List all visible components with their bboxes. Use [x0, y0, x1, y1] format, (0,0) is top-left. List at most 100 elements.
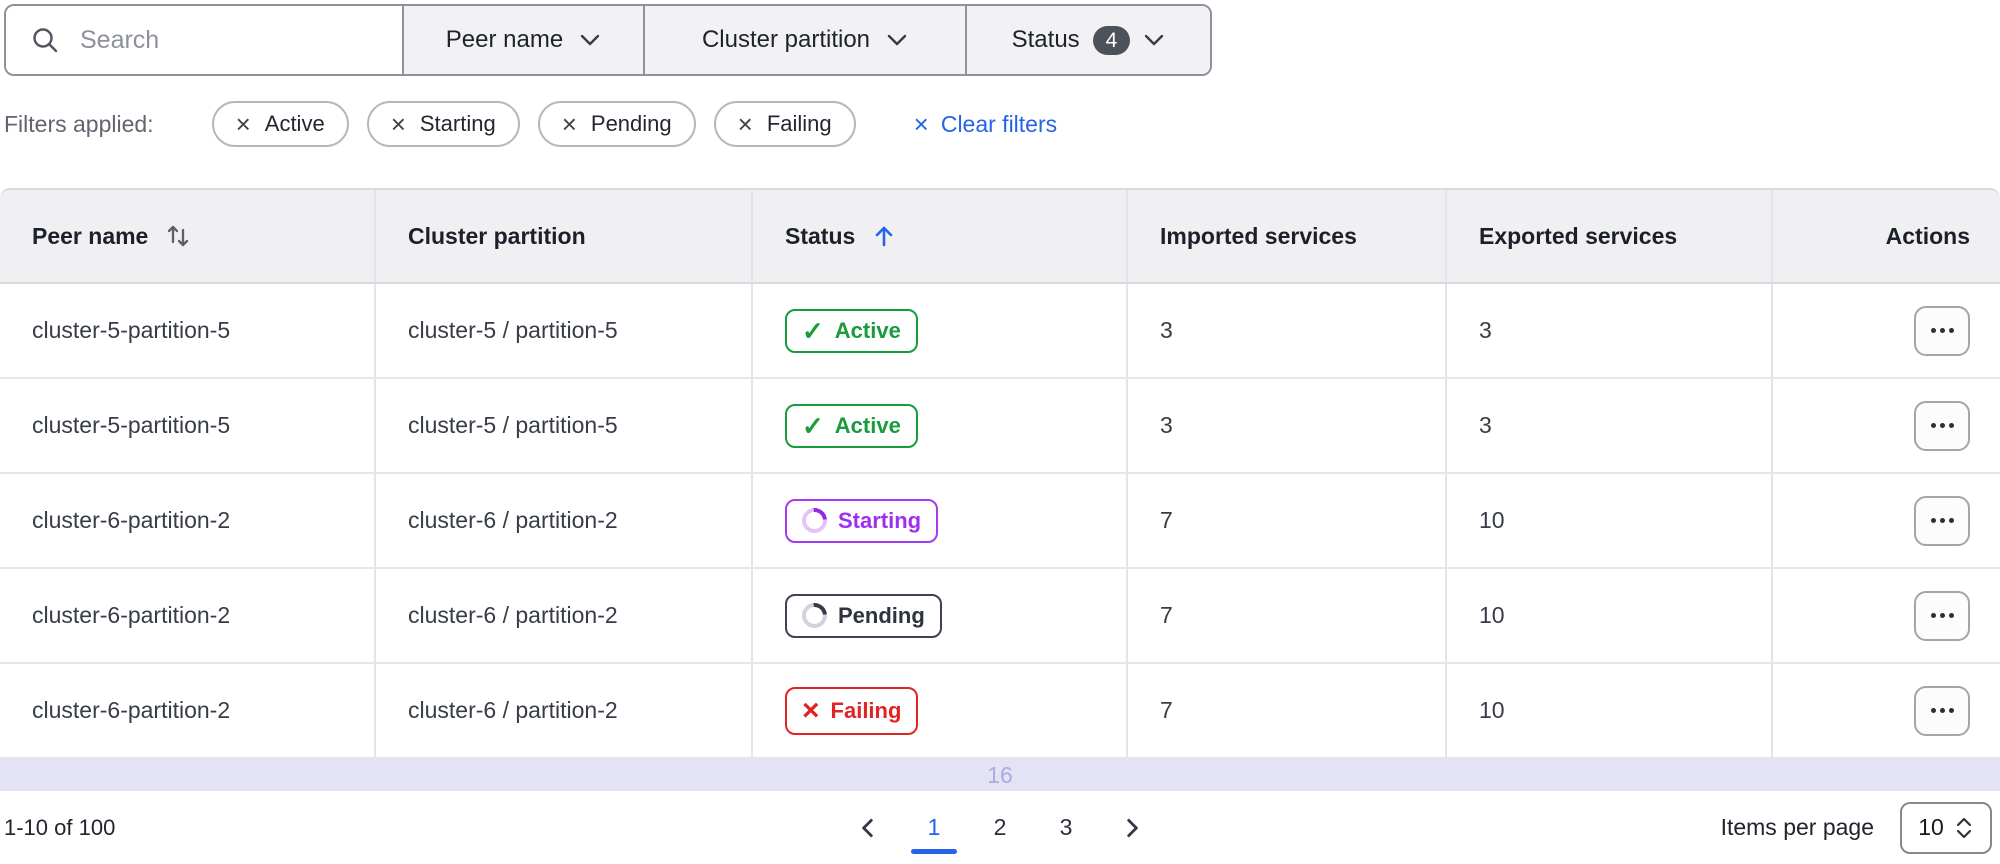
search-box[interactable] — [6, 6, 402, 74]
chip-label: Active — [264, 111, 325, 136]
chevron-down-icon — [887, 34, 907, 46]
filter-status-button[interactable]: Status 4 — [965, 6, 1210, 74]
cell-actions — [1773, 664, 2000, 757]
table-row: cluster-6-partition-2 cluster-6 / partit… — [0, 664, 2000, 759]
clear-filters-button[interactable]: × Clear filters — [914, 111, 1058, 138]
chevron-down-icon — [1145, 34, 1164, 46]
cell-actions — [1773, 569, 2000, 662]
ellipsis-icon — [1930, 423, 1954, 428]
pagination-range: 1-10 of 100 — [4, 814, 116, 840]
search-input[interactable] — [80, 25, 382, 55]
cell-status: Failing — [753, 664, 1128, 757]
cell-imported-services: 3 — [1128, 284, 1447, 377]
column-header-cluster-partition: Cluster partition — [376, 190, 753, 282]
cell-cluster-partition: cluster-6 / partition-2 — [376, 664, 753, 757]
status-label: Failing — [830, 697, 902, 723]
chip-remove-x-icon[interactable]: × — [562, 111, 577, 137]
row-actions-button[interactable] — [1914, 400, 1970, 451]
prev-page-button[interactable] — [844, 804, 892, 852]
row-actions-button[interactable] — [1914, 495, 1970, 546]
row-actions-button[interactable] — [1914, 305, 1970, 356]
cell-cluster-partition: cluster-5 / partition-5 — [376, 379, 753, 472]
status-badge: Pending — [785, 593, 942, 638]
status-badge: Failing — [785, 686, 919, 735]
cell-imported-services: 7 — [1128, 664, 1447, 757]
filter-chip-pending[interactable]: × Pending — [537, 101, 696, 147]
table-header: Peer name Cluster partition Status Impor… — [0, 188, 2000, 284]
peers-table: Peer name Cluster partition Status Impor… — [0, 188, 2000, 791]
items-per-page-select[interactable]: 10 — [1900, 801, 1992, 854]
chip-remove-x-icon[interactable]: × — [391, 111, 406, 137]
page-button-3[interactable]: 3 — [1042, 804, 1090, 852]
cell-cluster-partition: cluster-5 / partition-5 — [376, 284, 753, 377]
row-actions-button[interactable] — [1914, 590, 1970, 641]
x-icon — [802, 696, 820, 726]
filter-peer-name-button[interactable]: Peer name — [402, 6, 643, 74]
table-row: cluster-6-partition-2 cluster-6 / partit… — [0, 474, 2000, 569]
clear-filters-label: Clear filters — [940, 110, 1058, 137]
status-label: Active — [834, 317, 901, 343]
filter-chips: × Active × Starting × Pending × Failing — [211, 101, 856, 147]
next-page-button[interactable] — [1108, 804, 1156, 852]
cell-imported-services: 7 — [1128, 474, 1447, 567]
cell-imported-services: 7 — [1128, 569, 1447, 662]
page-button-1[interactable]: 1 — [910, 804, 958, 854]
status-label: Pending — [838, 602, 925, 628]
cell-cluster-partition: cluster-6 / partition-2 — [376, 569, 753, 662]
check-icon — [802, 318, 824, 344]
items-per-page: Items per page 10 — [1721, 791, 1992, 864]
chip-remove-x-icon[interactable]: × — [738, 111, 753, 137]
filter-status-label: Status — [1011, 26, 1080, 53]
chip-label: Pending — [590, 111, 672, 136]
cell-exported-services: 3 — [1447, 379, 1773, 472]
table-row: cluster-6-partition-2 cluster-6 / partit… — [0, 569, 2000, 664]
cell-exported-services: 10 — [1447, 474, 1773, 567]
table-row: cluster-5-partition-5 cluster-5 / partit… — [0, 379, 2000, 474]
cell-status: Pending — [753, 569, 1128, 662]
column-header-actions: Actions — [1885, 222, 1970, 249]
cell-cluster-partition: cluster-6 / partition-2 — [376, 474, 753, 567]
overflow-row: 16 — [0, 759, 2000, 791]
sort-both-icon — [168, 225, 189, 247]
cell-actions — [1773, 474, 2000, 567]
spinner-icon — [796, 502, 833, 539]
sort-asc-icon — [875, 226, 893, 247]
column-header-status[interactable]: Status — [753, 190, 1128, 282]
pagination-footer: 1-10 of 100 1 2 3 Items per page 10 — [0, 791, 2000, 864]
column-header-peer-name[interactable]: Peer name — [0, 190, 376, 282]
chevron-right-icon — [1127, 818, 1138, 837]
filter-chip-active[interactable]: × Active — [211, 101, 349, 147]
chip-label: Failing — [766, 111, 832, 136]
filter-peer-name-label: Peer name — [445, 26, 564, 53]
table-row: cluster-5-partition-5 cluster-5 / partit… — [0, 284, 2000, 379]
cell-peer-name: cluster-6-partition-2 — [0, 664, 376, 757]
cell-actions — [1773, 284, 2000, 377]
pager: 1 2 3 — [835, 791, 1165, 864]
applied-filters-row: Filters applied: × Active × Starting × P… — [4, 100, 1057, 148]
filter-chip-starting[interactable]: × Starting — [366, 101, 520, 147]
cell-peer-name: cluster-6-partition-2 — [0, 569, 376, 662]
check-icon — [802, 413, 824, 439]
cell-status: Active — [753, 284, 1128, 377]
cell-status: Active — [753, 379, 1128, 472]
current-page-underline — [911, 848, 957, 854]
chip-remove-x-icon[interactable]: × — [236, 111, 251, 137]
status-label: Starting — [838, 507, 922, 533]
status-count-badge: 4 — [1092, 25, 1131, 55]
filter-cluster-partition-button[interactable]: Cluster partition — [643, 6, 965, 74]
chevron-left-icon — [862, 818, 873, 837]
filter-chip-failing[interactable]: × Failing — [713, 101, 856, 147]
cell-imported-services: 3 — [1128, 379, 1447, 472]
status-label: Active — [834, 412, 901, 438]
clear-filters-x-icon: × — [913, 109, 929, 139]
ellipsis-icon — [1930, 518, 1954, 523]
filter-cluster-partition-label: Cluster partition — [701, 26, 871, 53]
row-actions-button[interactable] — [1914, 685, 1970, 736]
cell-peer-name: cluster-5-partition-5 — [0, 379, 376, 472]
ellipsis-icon — [1930, 328, 1954, 333]
page-button-2[interactable]: 2 — [976, 804, 1024, 852]
cell-actions — [1773, 379, 2000, 472]
cell-status: Starting — [753, 474, 1128, 567]
filter-toolbar: Peer name Cluster partition Status 4 — [4, 4, 1212, 76]
ellipsis-icon — [1930, 613, 1954, 618]
